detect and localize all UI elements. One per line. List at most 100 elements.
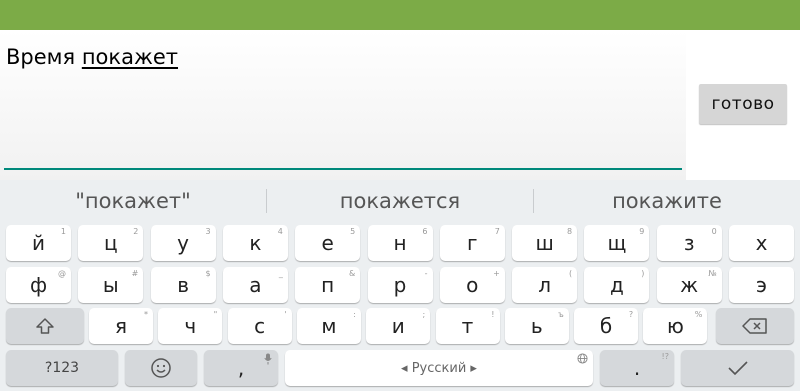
key-ф[interactable]: ф @ (6, 267, 71, 303)
comma-label: , (237, 356, 245, 380)
key-hint: @ (58, 269, 66, 278)
key-э[interactable]: э (729, 267, 794, 303)
editor-text-plain: Время (6, 45, 82, 69)
symbols-key[interactable]: ?123 (6, 350, 118, 386)
editor-composing-word: покажет (81, 45, 179, 69)
emoji-icon (151, 358, 171, 378)
key-hint: 5 (350, 227, 356, 236)
soft-keyboard: "покажет" покажется покажите й1ц2у3к4е5н… (0, 180, 800, 391)
key-hint: 0 (711, 227, 717, 236)
key-label: ж (680, 273, 699, 297)
key-с[interactable]: с ' (227, 308, 292, 344)
shift-key[interactable] (6, 308, 84, 344)
key-label: ш (535, 231, 554, 255)
done-button[interactable]: готово (699, 84, 787, 124)
key-е[interactable]: е5 (295, 225, 361, 261)
key-ы[interactable]: ы # (78, 267, 144, 303)
text-editor[interactable]: Время покажет (0, 30, 686, 180)
key-з[interactable]: з0 (656, 225, 722, 261)
key-в[interactable]: в $ (150, 267, 216, 303)
key-ц[interactable]: ц2 (78, 225, 144, 261)
key-о[interactable]: о + (439, 267, 505, 303)
key-ж[interactable]: ж № (656, 267, 722, 303)
checkmark-icon (727, 361, 748, 376)
key-г[interactable]: г7 (439, 225, 505, 261)
key-н[interactable]: н6 (367, 225, 433, 261)
globe-icon (577, 353, 588, 364)
key-hint: ' (284, 310, 287, 319)
key-label: п (321, 273, 335, 297)
comma-key[interactable]: , (204, 350, 278, 386)
key-ч[interactable]: ч " (158, 308, 223, 344)
key-hint: ! (491, 310, 495, 319)
emoji-key[interactable] (125, 350, 197, 386)
key-hint: - (424, 269, 428, 278)
key-label: ю (666, 314, 684, 338)
key-hint: 4 (277, 227, 283, 236)
key-label: л (538, 273, 551, 297)
enter-key[interactable] (681, 350, 794, 386)
key-р[interactable]: р- (367, 267, 433, 303)
key-к[interactable]: к4 (222, 225, 288, 261)
key-д[interactable]: д) (584, 267, 650, 303)
key-и[interactable]: и; (366, 308, 431, 344)
key-hint: * (144, 310, 148, 319)
key-hint: ; (422, 310, 426, 319)
key-л[interactable]: л( (512, 267, 578, 303)
suggestion-2[interactable]: покажется (267, 180, 533, 222)
period-label: . (633, 356, 641, 380)
key-hint: № (708, 269, 717, 278)
suggestion-1[interactable]: "покажет" (0, 180, 266, 222)
mic-icon (264, 353, 272, 365)
key-hint: ъ (558, 310, 564, 319)
key-hint: 7 (494, 227, 500, 236)
key-у[interactable]: у3 (150, 225, 216, 261)
key-label: о (466, 273, 479, 297)
key-hint: " (213, 310, 218, 319)
key-label: а (249, 273, 262, 297)
key-label: г (467, 231, 478, 255)
editor-underline (4, 168, 682, 170)
key-щ[interactable]: щ9 (584, 225, 650, 261)
period-key[interactable]: . !? (600, 350, 674, 386)
key-label: щ (607, 231, 627, 255)
key-label: й (32, 231, 45, 255)
key-hint: : (353, 310, 356, 319)
key-ь[interactable]: ьъ (504, 308, 569, 344)
editor-text[interactable]: Время покажет (6, 45, 178, 69)
key-hint: 3 (205, 227, 211, 236)
key-label: р (393, 273, 407, 297)
key-ю[interactable]: ю% (643, 308, 708, 344)
key-hint: ? (628, 310, 634, 319)
key-п[interactable]: п & (295, 267, 361, 303)
key-label: б (599, 314, 613, 338)
key-label: м (321, 314, 337, 338)
key-а[interactable]: а _ (222, 267, 288, 303)
key-х[interactable]: х (729, 225, 794, 261)
key-я[interactable]: я * (89, 308, 153, 344)
key-hint: + (493, 269, 500, 278)
key-label: я (114, 314, 128, 338)
space-label: ◂ Русский ▸ (401, 360, 477, 376)
key-label: к (249, 231, 262, 255)
key-hint: ( (568, 269, 573, 278)
key-hint: 6 (422, 227, 428, 236)
key-й[interactable]: й1 (6, 225, 71, 261)
key-label: э (756, 273, 767, 297)
key-ш[interactable]: ш8 (512, 225, 578, 261)
app-top-bar (0, 0, 800, 30)
key-т[interactable]: т! (435, 308, 500, 344)
backspace-icon (742, 318, 767, 334)
key-б[interactable]: б? (574, 308, 639, 344)
key-label: ц (103, 231, 118, 255)
key-label: х (755, 231, 768, 255)
key-label: ь (530, 314, 543, 338)
shift-icon (36, 318, 54, 334)
suggestion-3[interactable]: покажите (534, 180, 800, 222)
space-key[interactable]: ◂ Русский ▸ (285, 350, 593, 386)
key-label: ф (29, 273, 48, 297)
key-м[interactable]: м: (296, 308, 361, 344)
key-hint: 2 (133, 227, 139, 236)
backspace-key[interactable] (716, 308, 794, 344)
key-hint: ) (641, 269, 645, 278)
